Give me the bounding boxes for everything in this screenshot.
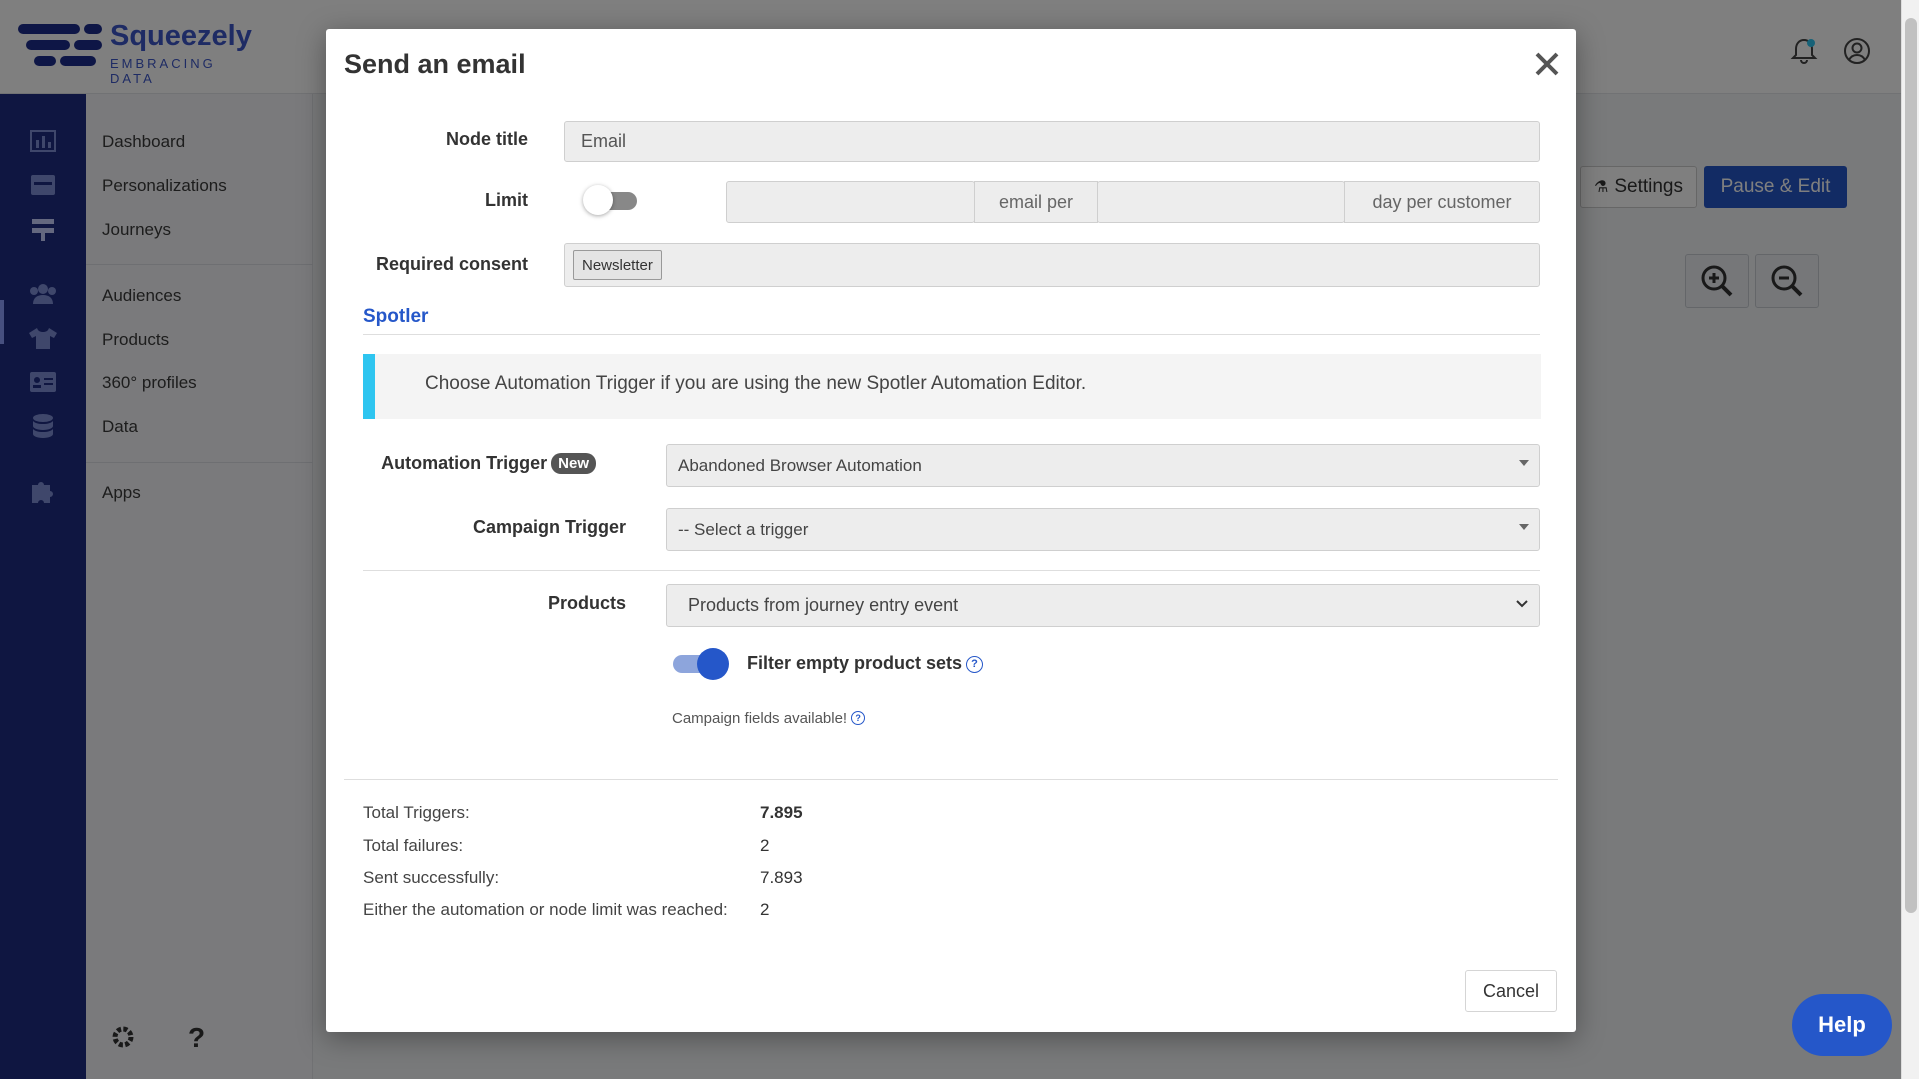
- help-button[interactable]: Help: [1792, 994, 1892, 1056]
- filter-empty-toggle[interactable]: [671, 647, 729, 680]
- required-consent-input[interactable]: Newsletter: [564, 243, 1540, 287]
- automation-trigger-select[interactable]: Abandoned Browser Automation: [666, 444, 1540, 487]
- new-badge: New: [551, 453, 596, 474]
- caret-down-icon: [1519, 524, 1529, 530]
- node-title-label: Node title: [445, 129, 528, 149]
- info-callout: Choose Automation Trigger if you are usi…: [363, 354, 1541, 419]
- filter-empty-label: Filter empty product sets?: [747, 653, 984, 674]
- cancel-button[interactable]: Cancel: [1465, 970, 1557, 1012]
- stat-value-total-triggers: 7.895: [760, 803, 803, 822]
- callout-text: Choose Automation Trigger if you are usi…: [425, 373, 1087, 394]
- close-icon[interactable]: [1530, 47, 1564, 81]
- automation-trigger-value: Abandoned Browser Automation: [678, 455, 922, 475]
- campaign-trigger-select[interactable]: -- Select a trigger: [666, 508, 1540, 551]
- filter-empty-label-text: Filter empty product sets: [747, 653, 963, 673]
- caret-down-icon: [1519, 460, 1529, 466]
- stat-label-limit-reached: Either the automation or node limit was …: [363, 900, 728, 919]
- stat-value-limit-reached: 2: [760, 900, 770, 919]
- help-circle-icon[interactable]: ?: [851, 711, 866, 725]
- limit-label: Limit: [485, 190, 528, 210]
- limit-email-count-input[interactable]: [726, 181, 975, 223]
- stat-label-sent-successfully: Sent successfully:: [363, 868, 500, 887]
- chevron-down-icon: [1516, 600, 1528, 608]
- products-value: Products from journey entry event: [688, 595, 959, 615]
- send-email-modal: Send an email Node title Email Limit ema…: [326, 29, 1576, 1032]
- stat-value-total-failures: 2: [760, 836, 770, 855]
- limit-toggle[interactable]: [583, 185, 641, 215]
- stat-value-sent-successfully: 7.893: [760, 868, 803, 887]
- help-circle-icon[interactable]: ?: [966, 655, 984, 673]
- stat-label-total-triggers: Total Triggers:: [363, 803, 470, 822]
- stat-label-total-failures: Total failures:: [363, 836, 464, 855]
- products-select[interactable]: Products from journey entry event: [666, 584, 1540, 627]
- consent-tag[interactable]: Newsletter: [573, 250, 662, 280]
- campaign-fields-text: Campaign fields available!: [672, 710, 848, 727]
- required-consent-label: Required consent: [375, 254, 528, 274]
- campaign-trigger-label: Campaign Trigger: [472, 517, 626, 537]
- products-divider: [363, 570, 1540, 571]
- limit-email-per-addon: email per: [974, 181, 1098, 223]
- automation-trigger-label-text: Automation Trigger: [381, 453, 548, 473]
- section-title: Spotler: [363, 306, 429, 327]
- campaign-trigger-value: -- Select a trigger: [678, 519, 809, 539]
- section-divider: [363, 334, 1540, 335]
- limit-day-count-input[interactable]: [1097, 181, 1345, 223]
- modal-title: Send an email: [344, 49, 526, 79]
- scrollbar-thumb[interactable]: [1905, 18, 1917, 913]
- limit-day-per-customer-addon: day per customer: [1344, 181, 1540, 223]
- campaign-fields-note: Campaign fields available!?: [672, 710, 866, 727]
- node-title-input[interactable]: Email: [564, 121, 1540, 162]
- products-label: Products: [547, 593, 626, 613]
- stats-divider: [344, 779, 1558, 780]
- page-scrollbar[interactable]: [1901, 0, 1919, 1079]
- automation-trigger-label: Automation Trigger New: [356, 453, 596, 474]
